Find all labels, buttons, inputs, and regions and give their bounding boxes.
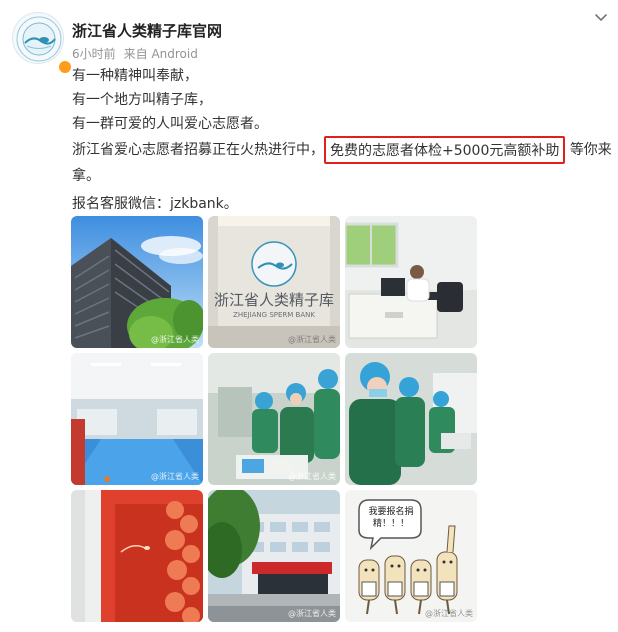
post-image-9[interactable]: 我要报名捐精！！！ @浙江省人类	[345, 490, 477, 622]
post-time[interactable]: 6小时前	[72, 47, 116, 61]
post-image-3[interactable]	[345, 216, 477, 348]
chevron-down-icon	[595, 14, 607, 21]
image-watermark: @浙江省人类	[288, 472, 336, 481]
content-line-5: 拿。	[72, 168, 100, 184]
verified-badge-icon	[57, 59, 73, 75]
highlighted-offer: 免费的志愿者体检+5000元高额补助	[324, 136, 566, 164]
author-name[interactable]: 浙江省人类精子库官网	[72, 20, 222, 41]
content-line-1: 有一种精神叫奉献，	[72, 68, 198, 84]
post-image-5[interactable]: @浙江省人类	[208, 353, 340, 485]
post-source: 来自 Android	[123, 47, 198, 61]
post-image-6[interactable]	[345, 353, 477, 485]
content-line-4-suffix: 等你来	[569, 142, 612, 158]
post-content: 有一种精神叫奉献， 有一个地方叫精子库， 有一群可爱的人叫爱心志愿者。 浙江省爱…	[72, 64, 612, 216]
sperm-bank-logo-icon	[16, 16, 62, 62]
post-image-8[interactable]: @浙江省人类	[208, 490, 340, 622]
content-line-6: 报名客服微信：jzkbank。	[72, 196, 238, 212]
image-grid: @浙江省人类 浙江省人类精子库 ZHEJIANG SPERM BANK @浙江省…	[71, 216, 477, 622]
image-watermark: @浙江省人类	[151, 472, 199, 481]
content-line-4: 浙江省爱心志愿者招募正在火热进行中， 免费的志愿者体检+5000元高额补助 等你来	[72, 136, 612, 164]
image-watermark: @浙江省人类	[288, 335, 336, 344]
content-line-2: 有一个地方叫精子库，	[72, 92, 212, 108]
more-menu-button[interactable]	[592, 8, 610, 26]
content-line-3: 有一群可爱的人叫爱心志愿者。	[72, 116, 268, 132]
image-watermark: @浙江省人类	[425, 609, 473, 618]
avatar[interactable]	[12, 12, 73, 75]
image-watermark: @浙江省人类	[151, 335, 199, 344]
post-image-7[interactable]	[71, 490, 203, 622]
image-watermark: @浙江省人类	[288, 609, 336, 618]
weibo-post: 浙江省人类精子库官网 6小时前 来自 Android 有一种精神叫奉献， 有一个地…	[0, 0, 618, 632]
content-line-4-prefix: 浙江省爱心志愿者招募正在火热进行中，	[72, 142, 324, 158]
post-image-4[interactable]: @浙江省人类	[71, 353, 203, 485]
post-image-2[interactable]: 浙江省人类精子库 ZHEJIANG SPERM BANK @浙江省人类	[208, 216, 340, 348]
post-meta: 6小时前 来自 Android	[72, 45, 198, 62]
sign-chinese-text: 浙江省人类精子库	[213, 291, 334, 309]
sign-english-text: ZHEJIANG SPERM BANK	[233, 311, 315, 319]
speech-bubble-text: 我要报名捐精！！！	[368, 507, 414, 529]
post-image-1[interactable]: @浙江省人类	[71, 216, 203, 348]
